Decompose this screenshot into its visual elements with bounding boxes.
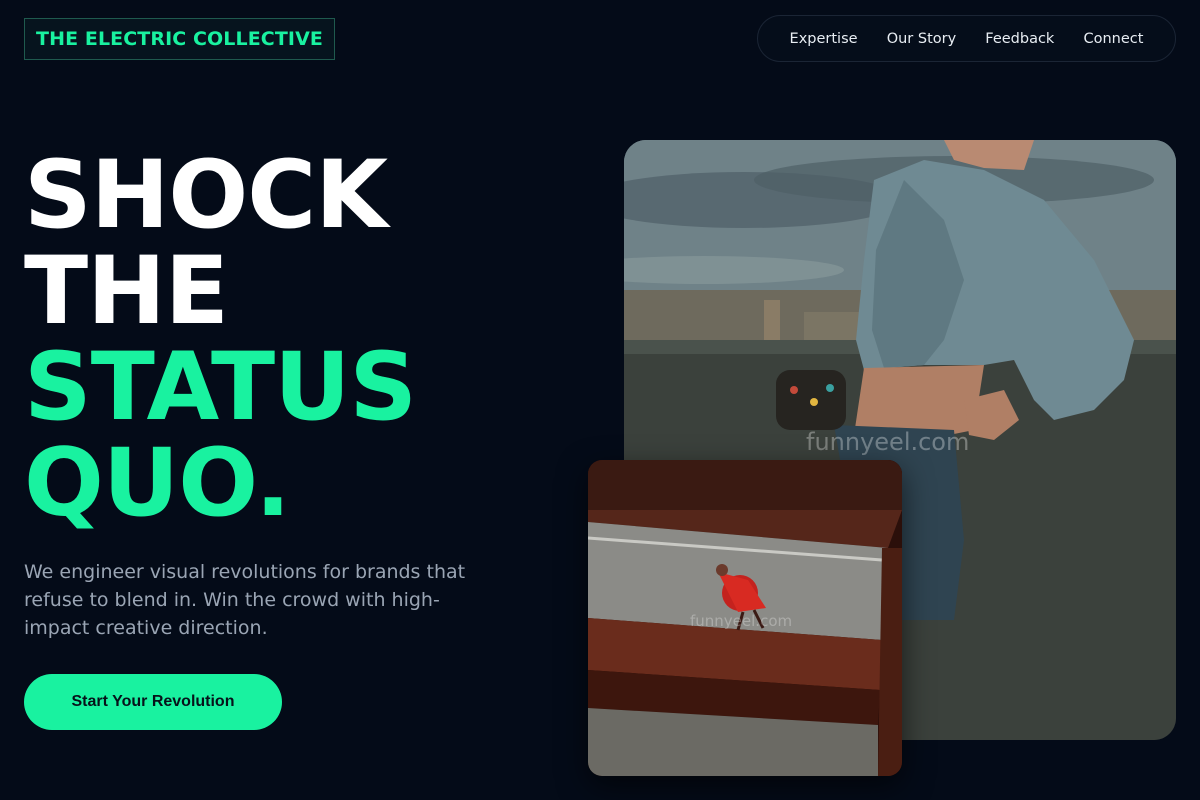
brand-logo[interactable]: THE ELECTRIC COLLECTIVE (24, 18, 335, 60)
main-nav: Expertise Our Story Feedback Connect (757, 15, 1176, 62)
headline-line-3: STATUS (24, 333, 417, 442)
nav-item-feedback[interactable]: Feedback (985, 31, 1054, 47)
start-revolution-button[interactable]: Start Your Revolution (24, 674, 282, 730)
nav-item-connect[interactable]: Connect (1083, 31, 1143, 47)
nav-item-expertise[interactable]: Expertise (790, 31, 858, 47)
hero-photo-inset (588, 460, 902, 776)
headline-line-1: SHOCK (24, 141, 388, 250)
hero-subtitle: We engineer visual revolutions for brand… (24, 561, 466, 639)
nav-item-our-story[interactable]: Our Story (887, 31, 956, 47)
landing-page: THE ELECTRIC COLLECTIVE Expertise Our St… (0, 0, 1200, 800)
headline-line-4: QUO. (24, 429, 291, 538)
headline-line-2: THE (24, 237, 229, 346)
hero-headline: SHOCK THE STATUS QUO. (24, 141, 417, 538)
